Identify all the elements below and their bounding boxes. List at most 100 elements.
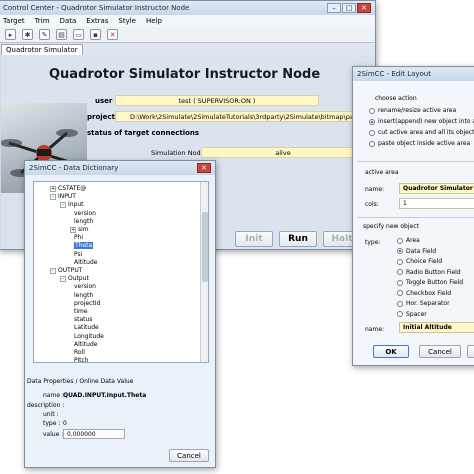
menu-extras[interactable]: Extras (86, 17, 108, 25)
ok-button[interactable]: OK (373, 345, 409, 358)
radio-button-icon[interactable] (397, 237, 403, 244)
collapse-icon[interactable]: - (60, 201, 66, 208)
area-name-input[interactable]: Quadrotor Simulator (399, 183, 474, 194)
document-icon[interactable]: ▤ (56, 29, 67, 40)
menu-data[interactable]: Data (60, 17, 77, 25)
object-type-option-label: Hor. Separator (406, 300, 450, 307)
tree-node-label: Roll (74, 349, 85, 356)
tree-node-label: version (74, 209, 96, 217)
active-area-heading: active area (365, 169, 399, 176)
object-type-option-label: Choice Field (406, 258, 443, 265)
edit-icon[interactable]: ✎ (39, 29, 50, 40)
object-type-option-label: Checkbox Field (406, 289, 452, 297)
radio-button-icon[interactable] (397, 290, 403, 296)
tree-scrollbar[interactable] (200, 182, 208, 362)
radio-button-icon[interactable] (369, 107, 375, 114)
data-tree[interactable]: + CSTATE@ - INPUT - Input version length + sim Phi… (33, 181, 209, 363)
delete-icon[interactable]: ✕ (107, 29, 118, 40)
status-heading: status of target connections (87, 129, 200, 137)
action-option-label: insert(append) new object into act (378, 118, 474, 125)
action-option[interactable]: cut active area and all its objects (369, 129, 474, 136)
object-type-option[interactable]: Radio Button Field (397, 269, 461, 276)
tree-node-label: Output (68, 275, 89, 283)
tree-node-label: Theta (74, 242, 94, 250)
radio-button-icon[interactable] (369, 129, 375, 136)
menu-bar: Target Trim Data Extras Style Help (0, 15, 375, 27)
menu-help[interactable]: Help (146, 17, 162, 25)
tree-node-label: OUTPUT (58, 267, 83, 274)
tab-row: Quadrotor Simulator (0, 43, 375, 55)
help-button[interactable] (467, 345, 474, 358)
tree-node-label: projectId (74, 299, 101, 307)
object-type-option[interactable]: Checkbox Field (397, 290, 451, 297)
tree-node[interactable]: Pitch (70, 356, 89, 363)
tree-node-label: Pitch (74, 357, 89, 363)
tree-node-label: Longitude (74, 332, 104, 340)
radio-button-icon[interactable] (369, 118, 375, 125)
tree-node-label: Altitude (74, 258, 98, 266)
value-field[interactable]: 0,000000 (63, 429, 125, 439)
main-titlebar: Control Center - Quadrotor Simulator Ins… (0, 1, 375, 15)
type-label: type: (365, 239, 381, 246)
collapse-icon[interactable]: - (50, 193, 56, 200)
tree-node-label: length (74, 291, 94, 299)
menu-trim[interactable]: Trim (35, 17, 50, 25)
radio-button-icon[interactable] (369, 140, 375, 147)
run-button[interactable]: Run (279, 231, 317, 247)
cols-input[interactable]: 1 (399, 198, 474, 209)
user-label: user (95, 97, 113, 105)
close-icon[interactable]: ✕ (357, 3, 371, 13)
radio-button-icon[interactable] (397, 269, 403, 275)
maximize-icon[interactable]: □ (342, 3, 356, 13)
object-type-option-label: Toggle Button Field (406, 279, 464, 286)
menu-target[interactable]: Target (3, 17, 25, 25)
expand-icon[interactable]: + (50, 185, 56, 192)
connect-icon[interactable]: ▸ (5, 29, 16, 40)
page-title: Quadrotor Simulator Instructor Node (49, 67, 321, 82)
tree-node-label: time (74, 308, 88, 315)
action-option[interactable]: paste object inside active area (369, 140, 470, 147)
expand-icon[interactable]: + (70, 226, 76, 233)
gear-icon[interactable]: ✱ (22, 29, 33, 40)
action-option-label: cut active area and all its objects (378, 129, 474, 136)
main-title: Control Center - Quadrotor Simulator Ins… (3, 4, 190, 12)
object-name-input[interactable]: Initial Altitude (399, 322, 474, 333)
object-type-option[interactable]: Data Field (397, 248, 436, 255)
object-type-option-label: Data Field (406, 247, 437, 255)
edit-layout-window: 2SimCC - Edit Layout choose action renam… (352, 66, 474, 366)
choose-action-heading: choose action (375, 95, 417, 102)
tree-node-label: Input (68, 201, 84, 209)
prop-name-label: name : (43, 392, 64, 399)
tree-node-label: status (74, 316, 93, 324)
radio-button-icon[interactable] (397, 311, 403, 317)
cols-label: cols: (365, 201, 379, 208)
menu-style[interactable]: Style (118, 17, 136, 25)
dict-cancel-button[interactable]: Cancel (169, 449, 209, 462)
node-status-field: alive (201, 147, 365, 158)
radio-button-icon[interactable] (397, 279, 403, 286)
window-icon[interactable]: ▭ (73, 29, 84, 40)
action-option[interactable]: rename/resize active area (369, 107, 456, 114)
layout-cancel-button[interactable]: Cancel (419, 345, 461, 358)
action-option[interactable]: insert(append) new object into act (369, 118, 474, 125)
collapse-icon[interactable]: - (60, 275, 66, 282)
minimize-icon[interactable]: – (327, 3, 341, 13)
user-field: test ( SUPERVISOR:ON ) (115, 95, 319, 106)
object-type-option[interactable]: Spacer (397, 311, 427, 318)
divider (357, 217, 474, 218)
collapse-icon[interactable]: - (50, 267, 56, 274)
radio-button-icon[interactable] (397, 248, 403, 254)
init-button[interactable]: Init (235, 231, 273, 247)
object-type-option[interactable]: Area (397, 237, 420, 244)
radio-button-icon[interactable] (397, 300, 403, 307)
save-icon[interactable]: ▪ (90, 29, 101, 40)
dict-close-icon[interactable]: ✕ (197, 163, 211, 173)
tree-node-label: version (74, 283, 96, 291)
tab-quadrotor-simulator[interactable]: Quadrotor Simulator (1, 44, 83, 55)
object-type-option[interactable]: Hor. Separator (397, 300, 450, 307)
radio-button-icon[interactable] (397, 258, 403, 265)
project-field: D:\Work\2Simulate\2SimulateTutorials\3rd… (115, 111, 365, 122)
object-type-option[interactable]: Toggle Button Field (397, 279, 463, 286)
object-type-option[interactable]: Choice Field (397, 258, 442, 265)
scroll-thumb[interactable] (202, 212, 208, 282)
